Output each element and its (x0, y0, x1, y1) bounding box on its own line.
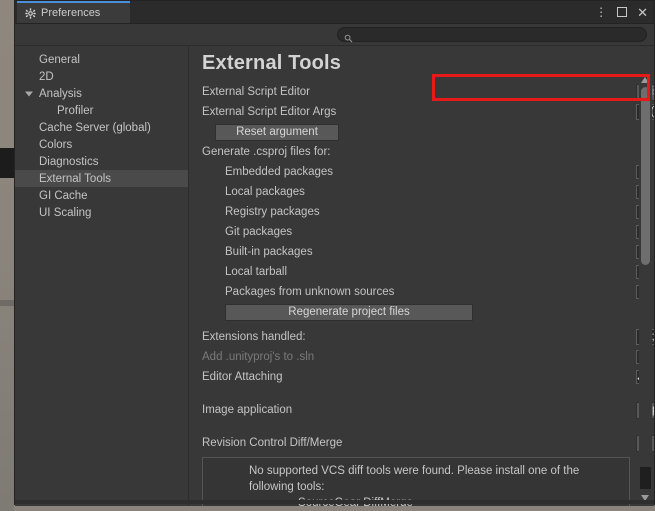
row-embedded-packages: Embedded packages (202, 162, 654, 182)
row-external-script-editor: External Script Editor Visual Studio Cod… (202, 82, 654, 102)
tab-label: Preferences (41, 7, 101, 19)
settings-detail-panel: External Tools External Script Editor Vi… (189, 46, 654, 506)
settings-category-list: General 2D Analysis Profiler Cache Serve… (15, 46, 188, 506)
screen: Preferences ⋮ ✕ General 2D Analysis Prof… (0, 0, 655, 511)
sidebar-item-analysis[interactable]: Analysis (15, 85, 188, 102)
image-application-label: Image application (202, 404, 293, 416)
sidebar-item-label: 2D (39, 70, 54, 83)
vertical-scrollbar[interactable] (639, 75, 652, 503)
sidebar-item-external-tools[interactable]: External Tools (15, 170, 188, 187)
row-local-packages: Local packages (202, 182, 654, 202)
row-vcs-info: No supported VCS diff tools were found. … (202, 457, 654, 506)
sidebar-item-label: External Tools (39, 172, 112, 185)
external-script-editor-label: External Script Editor (202, 86, 311, 98)
settings-rows: External Script Editor Visual Studio Cod… (189, 75, 654, 506)
sidebar-item-colors[interactable]: Colors (15, 136, 188, 153)
row-image-application: Image application Open by file extension (202, 400, 654, 420)
row-builtin-packages: Built-in packages (202, 242, 654, 262)
sidebar-item-cache-server[interactable]: Cache Server (global) (15, 119, 188, 136)
local-packages-label: Local packages (225, 186, 305, 198)
page-title: External Tools (202, 52, 342, 74)
sidebar-item-label: UI Scaling (39, 206, 92, 219)
sidebar-item-diagnostics[interactable]: Diagnostics (15, 153, 188, 170)
search-icon (344, 30, 353, 43)
row-git-packages: Git packages (202, 222, 654, 242)
git-packages-label: Git packages (225, 226, 293, 238)
sidebar-item-label: Cache Server (global) (39, 121, 151, 134)
row-editor-attaching: Editor Attaching (202, 367, 654, 387)
sidebar-item-label: Colors (39, 138, 73, 151)
extensions-handled-label: Extensions handled: (202, 331, 306, 343)
row-extensions-handled: Extensions handled: cs;uxml;uss;shader;c… (202, 327, 654, 347)
row-registry-packages: Registry packages (202, 202, 654, 222)
embedded-packages-label: Embedded packages (225, 166, 334, 178)
sidebar-item-label: General (39, 53, 80, 66)
registry-packages-label: Registry packages (225, 206, 320, 218)
sidebar-item-label: Analysis (39, 87, 82, 100)
row-external-script-editor-args: External Script Editor Args "$(ProjectPa… (202, 102, 654, 122)
row-unknown-sources: Packages from unknown sources (202, 282, 654, 302)
vcs-info-line-1: No supported VCS diff tools were found. … (249, 465, 580, 477)
editor-attaching-label: Editor Attaching (202, 371, 283, 383)
sidebar-item-label: GI Cache (39, 189, 88, 202)
reset-argument-button[interactable]: Reset argument (215, 123, 339, 141)
window-controls: ⋮ ✕ (595, 1, 648, 23)
maximize-icon[interactable] (617, 7, 628, 17)
search-bar-row (15, 24, 654, 46)
preferences-window: Preferences ⋮ ✕ General 2D Analysis Prof… (14, 0, 655, 506)
close-icon[interactable]: ✕ (637, 6, 648, 19)
unknown-sources-label: Packages from unknown sources (225, 286, 395, 298)
generate-csproj-label: Generate .csproj files for: (202, 146, 331, 158)
search-field[interactable] (337, 27, 647, 43)
sidebar-item-profiler[interactable]: Profiler (15, 102, 188, 119)
row-reset-argument: Reset argument (202, 122, 654, 142)
sidebar-item-ui-scaling[interactable]: UI Scaling (15, 204, 188, 221)
desktop-light-line (0, 300, 14, 306)
window-tab-bar: Preferences ⋮ ✕ (15, 1, 654, 24)
sidebar-item-label: Diagnostics (39, 155, 99, 168)
sidebar-item-gi-cache[interactable]: GI Cache (15, 187, 188, 204)
regenerate-project-files-button[interactable]: Regenerate project files (225, 303, 473, 321)
sidebar-item-general[interactable]: General (15, 51, 188, 68)
window-body: General 2D Analysis Profiler Cache Serve… (15, 46, 654, 506)
external-script-editor-args-label: External Script Editor Args (202, 106, 337, 118)
sidebar-item-label: Profiler (57, 104, 94, 117)
row-revision-control: Revision Control Diff/Merge (202, 433, 654, 453)
kebab-menu-icon[interactable]: ⋮ (595, 6, 607, 18)
window-status-strip (15, 500, 654, 504)
vcs-info-line-2: following tools: (249, 481, 325, 493)
local-tarball-label: Local tarball (225, 266, 288, 278)
sidebar-item-2d[interactable]: 2D (15, 68, 188, 85)
row-regenerate: Regenerate project files (202, 302, 654, 322)
scrollbar-thumb[interactable] (641, 87, 650, 265)
revision-control-label: Revision Control Diff/Merge (202, 437, 343, 449)
desktop-background (0, 0, 14, 511)
row-csproj-header: Generate .csproj files for: (202, 142, 654, 162)
row-local-tarball: Local tarball (202, 262, 654, 282)
desktop-dark-block (0, 148, 14, 178)
search-input[interactable] (357, 28, 631, 41)
row-add-unityproj: Add .unityproj's to .sln (202, 347, 654, 367)
scrollbar-track-segment (640, 467, 651, 489)
tab-preferences[interactable]: Preferences (17, 1, 130, 23)
scroll-up-arrow-icon[interactable] (641, 77, 649, 83)
vcs-info-box: No supported VCS diff tools were found. … (202, 457, 630, 506)
add-unityproj-label: Add .unityproj's to .sln (202, 351, 315, 363)
chevron-down-icon[interactable] (25, 91, 33, 96)
gear-icon (25, 7, 36, 19)
builtin-packages-label: Built-in packages (225, 246, 313, 258)
